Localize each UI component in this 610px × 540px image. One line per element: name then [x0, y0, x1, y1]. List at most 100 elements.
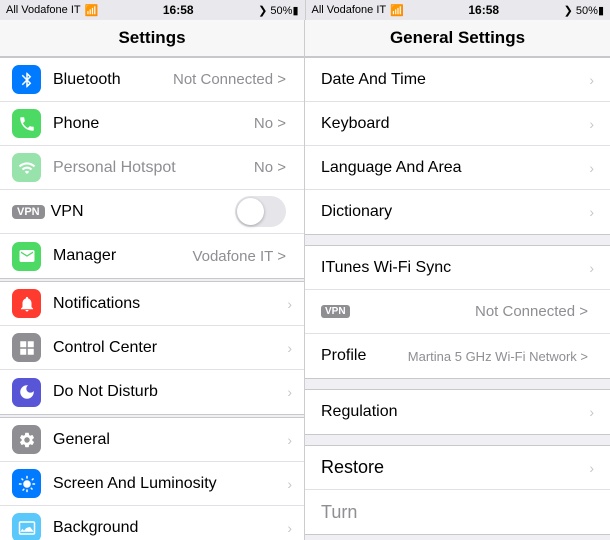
do-not-disturb-item[interactable]: Do Not Disturb › — [0, 370, 304, 414]
right-group-1: Date And Time › Keyboard › Language And … — [305, 57, 610, 235]
manager-label: Manager — [53, 247, 192, 265]
background-chevron: › — [287, 520, 292, 536]
keyboard-label: Keyboard — [321, 115, 589, 133]
right-panel-header: General Settings — [305, 20, 610, 57]
right-wifi-icon: 📶 — [390, 4, 404, 17]
dictionary-chevron: › — [589, 204, 594, 220]
status-bar: All Vodafone IT 📶 16:58 ❯ 50%▮ All Vodaf… — [0, 0, 610, 20]
control-center-label: Control Center — [53, 339, 287, 357]
hotspot-value: No > — [254, 159, 286, 176]
left-battery: ❯ 50%▮ — [258, 4, 298, 17]
settings-group-1: Bluetooth Not Connected > Phone No > Per… — [0, 57, 304, 279]
bluetooth-icon — [12, 65, 41, 94]
notifications-item[interactable]: Notifications › — [0, 282, 304, 326]
vpn-badge: VPN — [12, 205, 45, 219]
general-label: General — [53, 431, 287, 449]
itunes-sync-item[interactable]: ITunes Wi-Fi Sync › — [305, 246, 610, 290]
regulation-label: Regulation — [321, 403, 589, 421]
notifications-label: Notifications — [53, 295, 287, 313]
date-time-chevron: › — [589, 72, 594, 88]
turn-label: Turn — [321, 502, 594, 523]
right-carrier: All Vodafone IT — [312, 4, 387, 16]
right-group-4: Restore › Turn — [305, 445, 610, 535]
right-gap-3 — [305, 437, 610, 445]
turn-item[interactable]: Turn — [305, 490, 610, 534]
hotspot-item[interactable]: Personal Hotspot No > — [0, 146, 304, 190]
right-group-3: Regulation › — [305, 389, 610, 435]
do-not-disturb-chevron: › — [287, 384, 292, 400]
manager-icon — [12, 242, 41, 271]
right-panel-title: General Settings — [390, 28, 525, 47]
phone-icon — [12, 109, 41, 138]
profile-label: Profile — [321, 347, 408, 365]
vpn-label: VPN — [51, 203, 235, 221]
background-item[interactable]: Background › — [0, 506, 304, 540]
bluetooth-label: Bluetooth — [53, 71, 173, 89]
screen-item[interactable]: Screen And Luminosity › — [0, 462, 304, 506]
right-time: 16:58 — [408, 3, 560, 17]
screen-chevron: › — [287, 476, 292, 492]
notifications-chevron: › — [287, 296, 292, 312]
keyboard-item[interactable]: Keyboard › — [305, 102, 610, 146]
right-gap-2 — [305, 381, 610, 389]
background-icon — [12, 513, 41, 540]
left-time: 16:58 — [102, 3, 254, 17]
regulation-chevron: › — [589, 404, 594, 420]
restore-chevron: › — [589, 460, 594, 476]
do-not-disturb-icon — [12, 378, 41, 407]
status-bar-left: All Vodafone IT 📶 16:58 ❯ 50%▮ — [0, 0, 305, 20]
right-gap-1 — [305, 237, 610, 245]
bluetooth-value: Not Connected > — [173, 71, 286, 88]
manager-value: Vodafone IT > — [192, 248, 286, 265]
phone-item[interactable]: Phone No > — [0, 102, 304, 146]
language-area-label: Language And Area — [321, 159, 589, 177]
language-area-chevron: › — [589, 160, 594, 176]
manager-item[interactable]: Manager Vodafone IT > — [0, 234, 304, 278]
hotspot-label: Personal Hotspot — [53, 159, 254, 177]
status-bar-right: All Vodafone IT 📶 16:58 ❯ 50%▮ — [305, 0, 610, 20]
bluetooth-item[interactable]: Bluetooth Not Connected > — [0, 58, 304, 102]
phone-label: Phone — [53, 115, 254, 133]
background-label: Background — [53, 519, 287, 537]
do-not-disturb-label: Do Not Disturb — [53, 383, 287, 401]
hotspot-icon — [12, 153, 41, 182]
dictionary-item[interactable]: Dictionary › — [305, 190, 610, 234]
restore-label: Restore — [321, 457, 589, 478]
vpn-toggle[interactable] — [235, 196, 286, 227]
vpn-right-badge: VPN — [321, 305, 350, 318]
date-time-item[interactable]: Date And Time › — [305, 58, 610, 102]
vpn-toggle-knob — [237, 198, 264, 225]
screen-label: Screen And Luminosity — [53, 475, 287, 493]
itunes-sync-chevron: › — [589, 260, 594, 276]
left-carrier: All Vodafone IT — [6, 4, 81, 16]
restore-item[interactable]: Restore › — [305, 446, 610, 490]
regulation-item[interactable]: Regulation › — [305, 390, 610, 434]
itunes-sync-label: ITunes Wi-Fi Sync — [321, 259, 589, 277]
left-panel-header: Settings — [0, 20, 304, 57]
right-battery: ❯ 50%▮ — [564, 4, 604, 17]
keyboard-chevron: › — [589, 116, 594, 132]
general-item[interactable]: General › — [0, 418, 304, 462]
general-chevron: › — [287, 432, 292, 448]
phone-value: No > — [254, 115, 286, 132]
screen-icon — [12, 469, 41, 498]
dictionary-label: Dictionary — [321, 203, 589, 221]
control-center-chevron: › — [287, 340, 292, 356]
language-area-item[interactable]: Language And Area › — [305, 146, 610, 190]
left-panel-title: Settings — [118, 28, 185, 47]
general-icon — [12, 425, 41, 454]
right-panel: General Settings Date And Time › Keyboar… — [305, 20, 610, 540]
main-container: Settings Bluetooth Not Connected > Phone… — [0, 20, 610, 540]
control-center-icon — [12, 333, 41, 362]
left-wifi-icon: 📶 — [85, 4, 99, 17]
profile-item[interactable]: Profile Martina 5 GHz Wi-Fi Network > — [305, 334, 610, 378]
notifications-icon — [12, 289, 41, 318]
vpn-right-item[interactable]: VPN Not Connected > — [305, 290, 610, 334]
settings-group-3: General › Screen And Luminosity › Backgr… — [0, 417, 304, 540]
vpn-item[interactable]: VPN VPN — [0, 190, 304, 234]
control-center-item[interactable]: Control Center › — [0, 326, 304, 370]
profile-value: Martina 5 GHz Wi-Fi Network > — [408, 349, 588, 364]
right-group-2: ITunes Wi-Fi Sync › VPN Not Connected > … — [305, 245, 610, 379]
date-time-label: Date And Time — [321, 71, 589, 89]
left-panel: Settings Bluetooth Not Connected > Phone… — [0, 20, 305, 540]
